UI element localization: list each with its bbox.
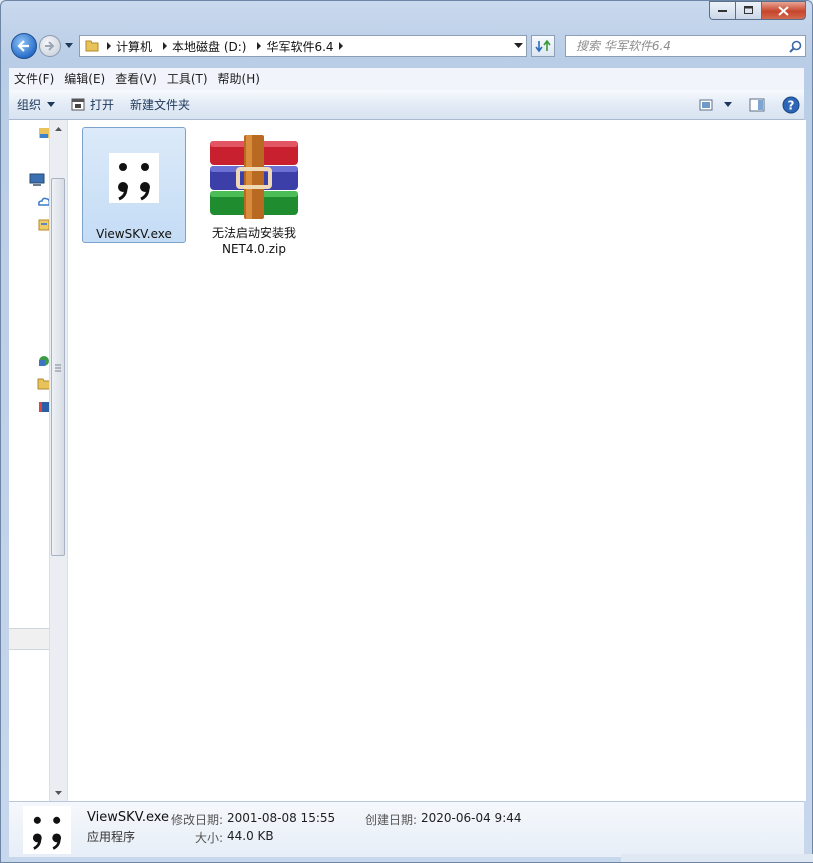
grip-icon <box>55 364 61 372</box>
address-bar[interactable]: 计算机 本地磁盘 (D:) 华军软件6.4 <box>79 35 527 57</box>
organize-label: 组织 <box>17 98 42 112</box>
new-folder-label: 新建文件夹 <box>130 98 191 112</box>
file-name: ViewSKV.exe <box>96 227 172 241</box>
nav-pane-horizontal-scrollbar[interactable] <box>9 628 49 650</box>
scroll-down-button[interactable] <box>50 784 67 801</box>
forward-button[interactable] <box>39 35 61 57</box>
search-box <box>565 35 806 57</box>
menu-bar: 文件(F) 编辑(E) 查看(V) 工具(T) 帮助(H) <box>9 67 804 90</box>
close-icon <box>778 5 789 16</box>
breadcrumb: 计算机 <box>102 38 152 55</box>
breadcrumb-computer[interactable]: 计算机 <box>116 38 152 55</box>
taskbar-fragment <box>621 854 813 862</box>
chevron-down-icon <box>513 43 523 48</box>
file-list-view[interactable]: ViewSKV.exe 无法启动安装我 NET4.0.zip <box>68 120 806 801</box>
search-icon[interactable] <box>785 40 805 53</box>
file-item-net40-zip[interactable]: 无法启动安装我 NET4.0.zip <box>202 127 306 256</box>
created-date-label: 创建日期: <box>365 813 418 827</box>
view-thumbnails-icon <box>699 99 713 110</box>
breadcrumb-current-folder[interactable]: 华军软件6.4 <box>266 38 333 55</box>
preview-pane-icon <box>749 98 765 111</box>
size-label: 大小: <box>195 831 224 845</box>
maximize-button[interactable] <box>735 1 761 20</box>
size-value: 44.0 KB <box>227 829 274 843</box>
chevron-right-icon[interactable] <box>102 42 116 50</box>
chevron-right-icon[interactable] <box>158 42 172 50</box>
minimize-icon <box>717 9 727 12</box>
nav-pane-scrollbar[interactable] <box>49 120 67 801</box>
view-dropdown-button[interactable] <box>720 93 736 117</box>
chevron-down-icon <box>724 102 732 107</box>
navigation-bar: 计算机 本地磁盘 (D:) 华军软件6.4 <box>9 33 806 59</box>
new-folder-button[interactable]: 新建文件夹 <box>122 93 198 117</box>
breadcrumb: 本地磁盘 (D:) <box>158 38 246 55</box>
caption-buttons <box>709 1 806 20</box>
arrow-right-icon <box>45 41 55 51</box>
command-bar-right: ? <box>694 93 804 117</box>
selected-file-type: 应用程序 <box>87 830 136 844</box>
menu-help[interactable]: 帮助(H) <box>213 68 265 90</box>
maximize-icon <box>743 6 753 14</box>
folder-icon <box>82 36 102 56</box>
command-bar: 组织 打开 新建文件夹 ? <box>9 90 804 120</box>
details-pane: ViewSKV.exe 应用程序 修改日期: 2001-08-08 15:55 … <box>9 801 804 857</box>
chevron-right-icon[interactable] <box>252 42 266 50</box>
history-dropdown-icon[interactable] <box>65 42 73 50</box>
organize-button[interactable]: 组织 <box>9 93 63 117</box>
breadcrumb-local-disk[interactable]: 本地磁盘 (D:) <box>172 38 246 55</box>
help-icon: ? <box>782 96 800 113</box>
help-button[interactable]: ? <box>778 93 804 117</box>
close-button[interactable] <box>761 1 806 20</box>
computer-icon[interactable] <box>29 172 47 186</box>
created-date-value: 2020-06-04 9:44 <box>421 811 522 825</box>
search-input[interactable] <box>574 38 778 54</box>
menu-edit[interactable]: 编辑(E) <box>59 68 110 90</box>
back-button[interactable] <box>11 33 37 59</box>
arrow-left-icon <box>17 40 29 52</box>
file-item-viewskv[interactable]: ViewSKV.exe <box>82 127 186 243</box>
modified-date-value: 2001-08-08 15:55 <box>227 811 336 825</box>
viewskv-exe-icon <box>23 806 71 854</box>
file-name-line2: NET4.0.zip <box>221 242 287 256</box>
menu-tools[interactable]: 工具(T) <box>162 68 213 90</box>
refresh-icon <box>535 39 551 53</box>
refresh-button[interactable] <box>531 35 555 57</box>
scroll-up-button[interactable] <box>50 120 67 137</box>
winrar-archive-icon <box>206 129 302 225</box>
address-dropdown-button[interactable] <box>510 36 526 56</box>
chevron-right-icon[interactable] <box>334 42 348 50</box>
svg-text:?: ? <box>788 98 795 112</box>
chevron-up-icon <box>55 126 62 131</box>
open-program-icon <box>71 98 85 111</box>
explorer-window: 计算机 本地磁盘 (D:) 华军软件6.4 搜索 华军软件6.4 文件(F) 编… <box>0 0 813 863</box>
menu-file[interactable]: 文件(F) <box>9 68 59 90</box>
navigation-pane <box>9 120 68 801</box>
scrollbar-thumb[interactable] <box>51 178 65 556</box>
minimize-button[interactable] <box>709 1 735 20</box>
breadcrumb: 华军软件6.4 <box>252 38 347 55</box>
viewskv-exe-icon <box>86 130 182 226</box>
menu-view[interactable]: 查看(V) <box>110 68 162 90</box>
selected-file-name: ViewSKV.exe <box>87 810 170 825</box>
open-label: 打开 <box>90 98 115 112</box>
open-button[interactable]: 打开 <box>63 93 122 117</box>
file-name-line1: 无法启动安装我 <box>211 226 296 240</box>
chevron-down-icon <box>55 790 62 795</box>
preview-pane-button[interactable] <box>744 93 770 117</box>
chevron-down-icon <box>47 102 56 107</box>
modified-date-label: 修改日期: <box>171 813 224 827</box>
change-view-button[interactable] <box>694 93 720 117</box>
